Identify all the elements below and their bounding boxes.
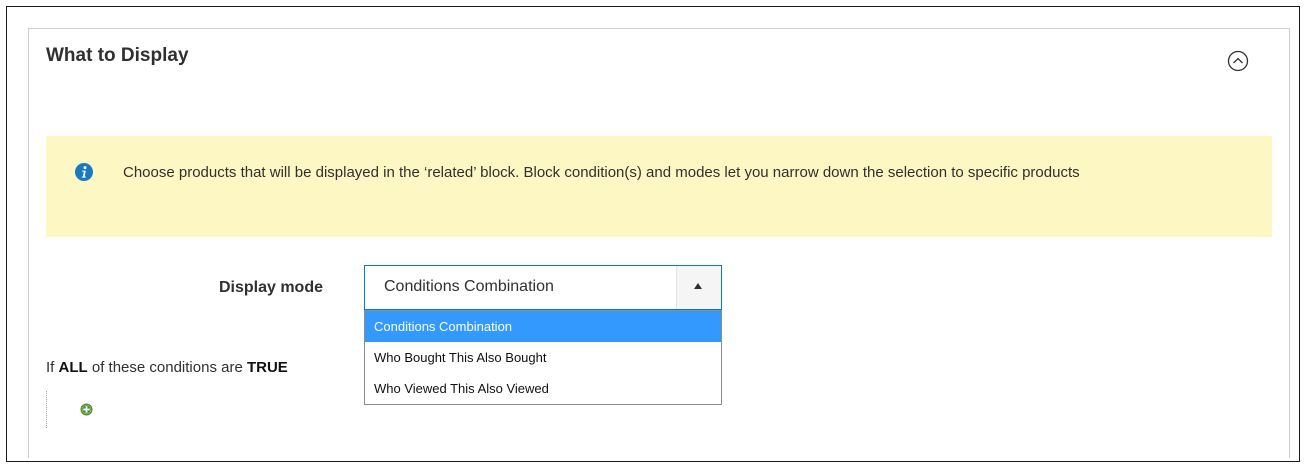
notice-text: Choose products that will be displayed i… xyxy=(123,164,1080,181)
section-title: What to Display xyxy=(46,45,189,66)
chevron-up-circle-icon xyxy=(1227,50,1249,72)
select-toggle[interactable] xyxy=(676,266,721,309)
option-conditions-combination[interactable]: Conditions Combination xyxy=(365,311,721,342)
caret-up-icon xyxy=(694,283,702,289)
add-condition-icon xyxy=(80,403,93,416)
collapse-section-button[interactable] xyxy=(1227,50,1249,72)
info-icon xyxy=(74,162,94,182)
display-mode-dropdown: Conditions Combination Who Bought This A… xyxy=(364,310,722,405)
conditions-aggregator[interactable]: ALL xyxy=(59,359,88,376)
add-condition-button[interactable] xyxy=(80,403,93,416)
option-who-bought-also-bought[interactable]: Who Bought This Also Bought xyxy=(365,342,721,373)
info-notice: Choose products that will be displayed i… xyxy=(46,136,1272,237)
option-who-viewed-also-viewed[interactable]: Who Viewed This Also Viewed xyxy=(365,373,721,404)
display-mode-select[interactable]: Conditions Combination xyxy=(364,265,722,310)
display-mode-selected-value: Conditions Combination xyxy=(384,278,554,295)
conditions-statement: If ALL of these conditions are TRUE xyxy=(46,359,364,376)
conditions-tree-line xyxy=(46,391,47,428)
conditions-value[interactable]: TRUE xyxy=(247,359,288,376)
display-mode-label: Display mode xyxy=(218,279,323,296)
conditions-middle-text: of these conditions are xyxy=(91,359,243,376)
conditions-prefix: If xyxy=(46,359,55,376)
